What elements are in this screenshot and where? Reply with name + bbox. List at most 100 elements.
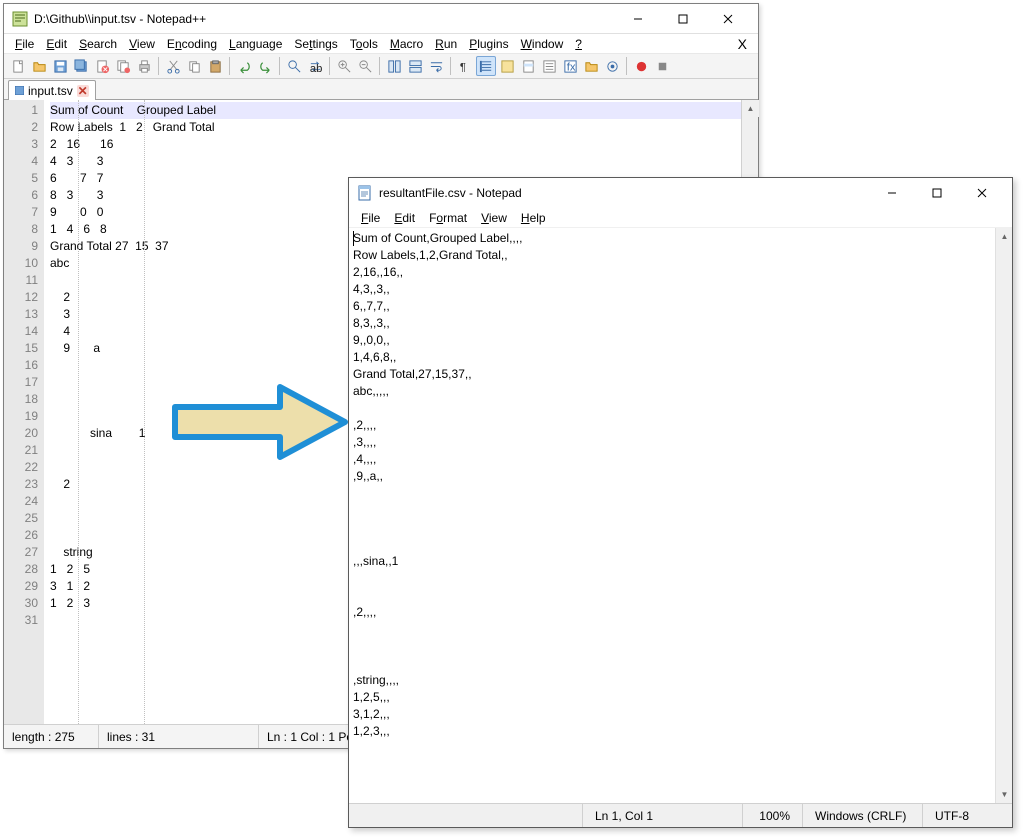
show-all-chars-icon[interactable]: ¶: [455, 56, 475, 76]
npp-titlebar[interactable]: D:\Github\\input.tsv - Notepad++: [4, 4, 758, 34]
np-titlebar[interactable]: resultantFile.csv - Notepad: [349, 178, 1012, 208]
copy-icon[interactable]: [184, 56, 204, 76]
sync-h-icon[interactable]: [405, 56, 425, 76]
minimize-button[interactable]: [615, 5, 660, 33]
undo-icon[interactable]: [234, 56, 254, 76]
np-line[interactable]: Sum of Count,Grouped Label,,,,: [353, 230, 991, 247]
npp-menu-language[interactable]: Language: [224, 36, 287, 52]
npp-tabstrip[interactable]: input.tsv ✕: [4, 79, 758, 100]
np-menu-format[interactable]: Format: [423, 210, 473, 226]
lang-icon[interactable]: [497, 56, 517, 76]
np-line[interactable]: [353, 570, 991, 587]
np-menubar[interactable]: FileEditFormatViewHelp: [349, 208, 1012, 228]
maximize-button[interactable]: [660, 5, 705, 33]
np-line[interactable]: ,9,,a,,: [353, 468, 991, 485]
np-line[interactable]: 4,3,,3,,: [353, 281, 991, 298]
tab-input-tsv[interactable]: input.tsv ✕: [8, 80, 96, 100]
npp-menu-search[interactable]: Search: [74, 36, 122, 52]
find-icon[interactable]: [284, 56, 304, 76]
open-file-icon[interactable]: [29, 56, 49, 76]
npp-menu-macro[interactable]: Macro: [385, 36, 428, 52]
np-line[interactable]: [353, 536, 991, 553]
code-line[interactable]: 4 3 3: [50, 153, 741, 170]
save-all-icon[interactable]: [71, 56, 91, 76]
np-line[interactable]: 1,2,3,,,: [353, 723, 991, 740]
np-scroll-down-icon[interactable]: ▼: [996, 786, 1013, 803]
np-line[interactable]: ,,,sina,,1: [353, 553, 991, 570]
np-line[interactable]: [353, 587, 991, 604]
np-line[interactable]: 1,2,5,,,: [353, 689, 991, 706]
np-maximize-button[interactable]: [914, 179, 959, 207]
doc-map-icon[interactable]: [518, 56, 538, 76]
replace-icon[interactable]: ab: [305, 56, 325, 76]
np-line[interactable]: Row Labels,1,2,Grand Total,,: [353, 247, 991, 264]
np-line[interactable]: ,3,,,,: [353, 434, 991, 451]
code-line[interactable]: 2 16 16: [50, 136, 741, 153]
np-line[interactable]: 6,,7,7,,: [353, 298, 991, 315]
np-line[interactable]: abc,,,,,: [353, 383, 991, 400]
np-menu-help[interactable]: Help: [515, 210, 552, 226]
np-line[interactable]: ,2,,,,: [353, 417, 991, 434]
doc-list-icon[interactable]: [539, 56, 559, 76]
np-menu-edit[interactable]: Edit: [388, 210, 421, 226]
cut-icon[interactable]: [163, 56, 183, 76]
np-line[interactable]: [353, 638, 991, 655]
np-line[interactable]: 8,3,,3,,: [353, 315, 991, 332]
npp-menu-plugins[interactable]: Plugins: [464, 36, 513, 52]
np-menu-view[interactable]: View: [475, 210, 513, 226]
code-line[interactable]: Sum of Count Grouped Label: [50, 102, 741, 119]
print-icon[interactable]: [134, 56, 154, 76]
indent-guide-icon[interactable]: [476, 56, 496, 76]
np-minimize-button[interactable]: [869, 179, 914, 207]
np-line[interactable]: [353, 502, 991, 519]
npp-menu-tools[interactable]: Tools: [345, 36, 383, 52]
tab-close-icon[interactable]: ✕: [77, 85, 89, 97]
np-line[interactable]: [353, 485, 991, 502]
monitor-icon[interactable]: [602, 56, 622, 76]
code-line[interactable]: Row Labels 1 2 Grand Total: [50, 119, 741, 136]
npp-menu-file[interactable]: File: [10, 36, 39, 52]
np-scroll-up-icon[interactable]: ▲: [996, 228, 1013, 245]
sync-v-icon[interactable]: [384, 56, 404, 76]
npp-menubar[interactable]: FileEditSearchViewEncodingLanguageSettin…: [4, 34, 758, 54]
wrap-icon[interactable]: [426, 56, 446, 76]
zoom-out-icon[interactable]: [355, 56, 375, 76]
np-line[interactable]: 2,16,,16,,: [353, 264, 991, 281]
zoom-in-icon[interactable]: [334, 56, 354, 76]
np-menu-file[interactable]: File: [355, 210, 386, 226]
np-line[interactable]: ,string,,,,: [353, 672, 991, 689]
func-list-icon[interactable]: fx: [560, 56, 580, 76]
np-line[interactable]: 1,4,6,8,,: [353, 349, 991, 366]
save-icon[interactable]: [50, 56, 70, 76]
np-line[interactable]: Grand Total,27,15,37,,: [353, 366, 991, 383]
npp-menu-run[interactable]: Run: [430, 36, 462, 52]
redo-icon[interactable]: [255, 56, 275, 76]
np-scrollbar[interactable]: ▲ ▼: [995, 228, 1012, 803]
np-line[interactable]: 3,1,2,,,: [353, 706, 991, 723]
stop-macro-icon[interactable]: [652, 56, 672, 76]
np-close-button[interactable]: [959, 179, 1004, 207]
close-icon[interactable]: [92, 56, 112, 76]
npp-menu-?[interactable]: ?: [570, 36, 587, 52]
scroll-up-icon[interactable]: ▲: [742, 100, 759, 117]
np-editor[interactable]: Sum of Count,Grouped Label,,,,Row Labels…: [349, 228, 1012, 803]
new-file-icon[interactable]: [8, 56, 28, 76]
close-doc-x[interactable]: X: [733, 35, 752, 53]
npp-menu-window[interactable]: Window: [516, 36, 569, 52]
np-line[interactable]: ,4,,,,: [353, 451, 991, 468]
npp-menu-edit[interactable]: Edit: [41, 36, 72, 52]
np-line[interactable]: ,2,,,,: [353, 604, 991, 621]
np-textarea[interactable]: Sum of Count,Grouped Label,,,,Row Labels…: [349, 228, 995, 803]
npp-menu-view[interactable]: View: [124, 36, 160, 52]
np-line[interactable]: [353, 740, 991, 757]
npp-menu-settings[interactable]: Settings: [289, 36, 342, 52]
close-button[interactable]: [705, 5, 750, 33]
np-line[interactable]: 9,,0,0,,: [353, 332, 991, 349]
close-all-icon[interactable]: [113, 56, 133, 76]
record-macro-icon[interactable]: [631, 56, 651, 76]
np-line[interactable]: [353, 621, 991, 638]
np-line[interactable]: [353, 655, 991, 672]
folder-icon[interactable]: [581, 56, 601, 76]
paste-icon[interactable]: [205, 56, 225, 76]
np-line[interactable]: [353, 400, 991, 417]
